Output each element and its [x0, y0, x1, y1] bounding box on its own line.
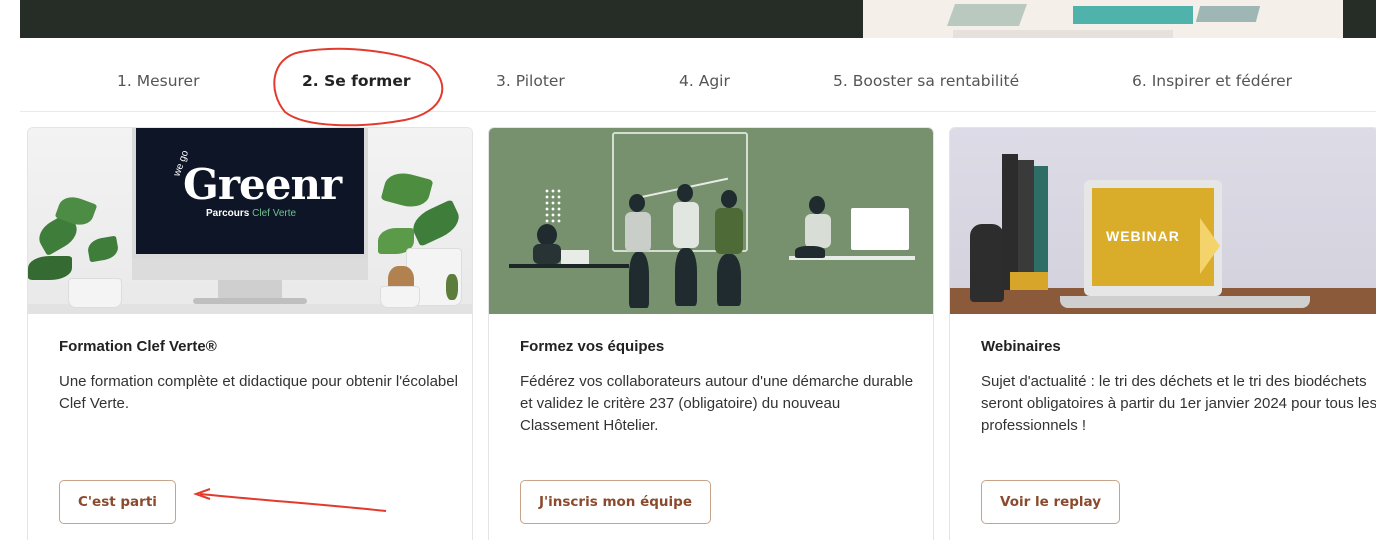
tab-mesurer[interactable]: 1. Mesurer — [117, 72, 199, 90]
card-description: Une formation complète et didactique pou… — [59, 373, 458, 412]
tab-booster-rentabilite[interactable]: 5. Booster sa rentabilité — [833, 72, 1019, 90]
voir-replay-button[interactable]: Voir le replay — [981, 480, 1121, 524]
tab-piloter[interactable]: 3. Piloter — [496, 72, 565, 90]
tab-inspirer-federer[interactable]: 6. Inspirer et fédérer — [1132, 72, 1292, 90]
card-title: Formation Clef Verte® — [59, 338, 217, 355]
inscrire-equipe-button[interactable]: J'inscris mon équipe — [520, 480, 711, 524]
card-formez-equipes: Formez vos équipes Fédérez vos collabora… — [488, 127, 934, 540]
card-title: Formez vos équipes — [520, 338, 665, 355]
bookend-figure — [970, 224, 1004, 302]
top-banner — [20, 0, 1376, 38]
greenr-logo: Greenr — [183, 160, 342, 209]
team-illustration — [489, 128, 933, 314]
card-description: Fédérez vos collaborateurs autour d'une … — [520, 373, 914, 434]
card-description: Sujet d'actualité : le tri des déchets e… — [981, 373, 1376, 434]
card-webinaires: WEBINAR Webinaires Sujet d'actualité : l… — [949, 127, 1376, 540]
cest-parti-button[interactable]: C'est parti — [59, 480, 176, 524]
step-tabs: 1. Mesurer 2. Se former 3. Piloter 4. Ag… — [20, 50, 1376, 112]
tab-se-former[interactable]: 2. Se former — [302, 72, 411, 90]
card-title: Webinaires — [981, 338, 1061, 355]
webinar-label: WEBINAR — [1106, 228, 1180, 244]
tab-agir[interactable]: 4. Agir — [679, 72, 730, 90]
card-formation-clef-verte: we go Greenr Parcours Clef Verte Formati… — [27, 127, 473, 540]
formation-image: we go Greenr Parcours Clef Verte — [28, 128, 472, 314]
banner-image — [863, 0, 1343, 38]
logo-subtitle: Parcours Clef Verte — [206, 208, 297, 219]
webinar-image: WEBINAR — [950, 128, 1376, 314]
